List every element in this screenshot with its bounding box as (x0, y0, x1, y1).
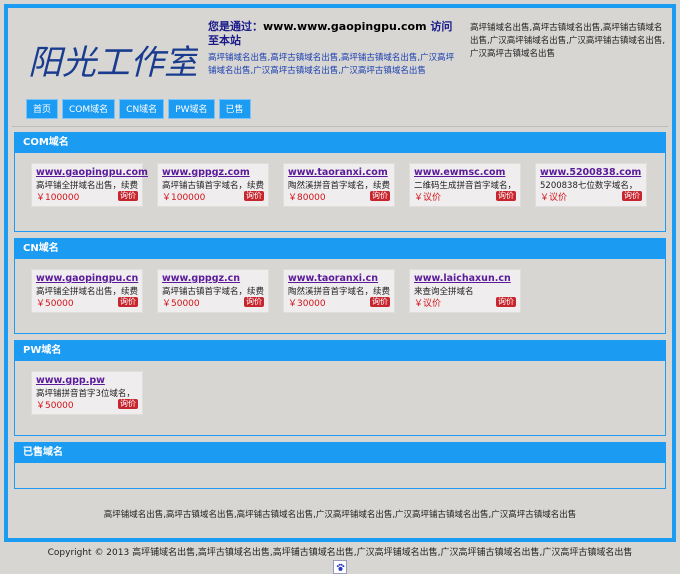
domain-price: ￥80000 (288, 193, 326, 203)
domain-card: www.laichaxun.cn 来查询全拼域名 ￥议价 询价 (409, 269, 521, 313)
header: 阳光工作室 您是通过：www.www.gaopingpu.com 访问至本站 高… (8, 8, 672, 100)
inquire-button[interactable]: 询价 (244, 191, 264, 201)
domain-price: ￥100000 (36, 193, 80, 203)
domain-price: ￥议价 (414, 193, 442, 203)
nav-sold[interactable]: 已售 (218, 99, 251, 119)
section-pw: PW域名 www.gpp.pw 高坪铺拼音首字3位域名， ￥50000 询价 (14, 340, 666, 436)
section-cn: CN域名 www.gaopingpu.cn 高坪铺全拼域名出售，续费 ￥5000… (14, 238, 666, 334)
section-title: CN域名 (15, 239, 665, 259)
domain-price: ￥50000 (36, 299, 74, 309)
header-keyword-text: 高坪铺域名出售,高坪古镇域名出售,高坪铺古镇域名出售,广汉高坪铺域名出售,广汉高… (470, 23, 666, 59)
domain-card: www.gpp.pw 高坪铺拼音首字3位域名， ￥50000 询价 (31, 371, 143, 415)
section-com: COM域名 www.gaopingpu.com 高坪铺全拼域名出售，续费 ￥10… (14, 132, 666, 232)
visit-domain: www.www.gaopingpu.com (263, 20, 427, 33)
domain-price: ￥50000 (162, 299, 200, 309)
svg-text:阳光工作室: 阳光工作室 (28, 43, 198, 83)
domain-card: www.taoranxi.com 陶然溪拼音首字域名，续费 ￥80000 询价 (283, 163, 395, 207)
domain-link[interactable]: www.gaopingpu.cn (36, 273, 138, 285)
domain-card: www.gaopingpu.com 高坪铺全拼域名出售，续费 ￥100000 询… (31, 163, 148, 207)
domain-price: ￥议价 (414, 299, 442, 309)
inquire-button[interactable]: 询价 (244, 297, 264, 307)
domain-link[interactable]: www.taoranxi.cn (288, 273, 390, 285)
visit-prefix: 您是通过： (208, 20, 263, 33)
domain-card: www.5200838.com 5200838七位数字域名， ￥议价 询价 (535, 163, 647, 207)
domain-price: ￥100000 (162, 193, 206, 203)
visit-notice: 您是通过：www.www.gaopingpu.com 访问至本站 (208, 20, 458, 48)
domain-card: www.gppgz.com 高坪铺古镇首字域名，续费 ￥100000 询价 (157, 163, 269, 207)
section-title: 已售域名 (15, 443, 665, 463)
site-logo: 阳光工作室 (28, 43, 198, 83)
inquire-button[interactable]: 询价 (118, 297, 138, 307)
domain-link[interactable]: www.gaopingpu.com (36, 167, 148, 179)
paw-icon-glyph (336, 563, 344, 571)
domain-card: www.gaopingpu.cn 高坪铺全拼域名出售，续费 ￥50000 询价 (31, 269, 143, 313)
card-list: www.gaopingpu.cn 高坪铺全拼域名出售，续费 ￥50000 询价 … (31, 269, 521, 313)
inquire-button[interactable]: 询价 (118, 191, 138, 201)
section-title: COM域名 (15, 133, 665, 153)
inquire-button[interactable]: 询价 (118, 399, 138, 409)
main-nav: 首页 COM域名 CN域名 PW域名 已售 (26, 99, 251, 119)
inquire-button[interactable]: 询价 (370, 297, 390, 307)
section-sold: 已售域名 (14, 442, 666, 489)
page-frame: 阳光工作室 您是通过：www.www.gaopingpu.com 访问至本站 高… (4, 4, 676, 542)
nav-home[interactable]: 首页 (26, 99, 59, 119)
divider (12, 126, 668, 127)
domain-link[interactable]: www.ewmsc.com (414, 167, 516, 179)
domain-link[interactable]: www.5200838.com (540, 167, 642, 179)
domain-link[interactable]: www.gppgz.com (162, 167, 264, 179)
paw-icon[interactable] (333, 560, 347, 574)
copyright: Copyright © 2013 高坪铺域名出售,高坪古镇域名出售,高坪铺古镇域… (47, 548, 633, 558)
domain-link[interactable]: www.taoranxi.com (288, 167, 390, 179)
nav-com[interactable]: COM域名 (62, 99, 116, 119)
domain-price: ￥30000 (288, 299, 326, 309)
header-keyword-links[interactable]: 高坪铺域名出售,高坪古镇域名出售,高坪铺古镇域名出售,广汉高坪铺域名出售,广汉高… (208, 52, 460, 78)
domain-card: www.taoranxi.cn 陶然溪拼音首字域名，续费 ￥30000 询价 (283, 269, 395, 313)
domain-link[interactable]: www.gpp.pw (36, 375, 138, 387)
domain-card: www.gppgz.cn 高坪铺古镇首字域名，续费 ￥50000 询价 (157, 269, 269, 313)
inquire-button[interactable]: 询价 (370, 191, 390, 201)
domain-price: ￥议价 (540, 193, 568, 203)
footer-keyword-text: 高坪铺域名出售,高坪古镇域名出售,高坪铺古镇域名出售,广汉高坪铺域名出售,广汉高… (103, 510, 577, 520)
domain-price: ￥50000 (36, 401, 74, 411)
section-title: PW域名 (15, 341, 665, 361)
domain-card: www.ewmsc.com 二维码生成拼音首字域名， ￥议价 询价 (409, 163, 521, 207)
card-list: www.gpp.pw 高坪铺拼音首字3位域名， ￥50000 询价 (31, 371, 143, 415)
inquire-button[interactable]: 询价 (622, 191, 642, 201)
domain-link[interactable]: www.gppgz.cn (162, 273, 264, 285)
nav-pw[interactable]: PW域名 (168, 99, 215, 119)
card-list: www.gaopingpu.com 高坪铺全拼域名出售，续费 ￥100000 询… (31, 163, 647, 207)
inquire-button[interactable]: 询价 (496, 191, 516, 201)
nav-cn[interactable]: CN域名 (119, 99, 165, 119)
inquire-button[interactable]: 询价 (496, 297, 516, 307)
domain-link[interactable]: www.laichaxun.cn (414, 273, 516, 285)
